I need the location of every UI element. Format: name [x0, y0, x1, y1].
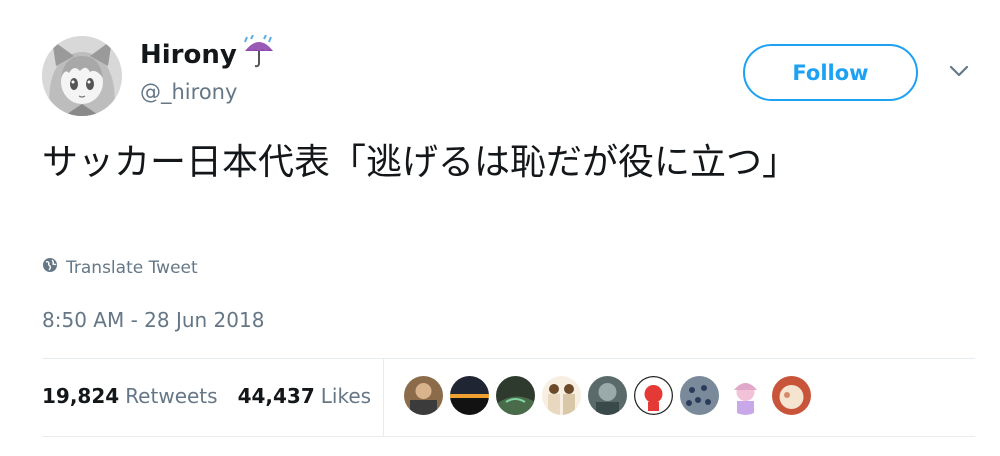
- tweet-stats: 19,824 Retweets 44,437 Likes: [42, 384, 371, 408]
- divider-top: [42, 358, 975, 359]
- liker-avatar[interactable]: [496, 376, 535, 415]
- retweets-label: Retweets: [125, 384, 218, 408]
- umbrella-with-rain-icon: [241, 34, 277, 69]
- likes-count: 44,437: [237, 384, 315, 408]
- liker-avatar[interactable]: [404, 376, 443, 415]
- liker-avatar[interactable]: [726, 376, 765, 415]
- chevron-down-icon[interactable]: [948, 63, 970, 79]
- liker-avatar[interactable]: [450, 376, 489, 415]
- tweet-timestamp[interactable]: 8:50 AM - 28 Jun 2018: [42, 308, 264, 332]
- liker-avatar[interactable]: [680, 376, 719, 415]
- tweet-text: サッカー日本代表「逃げるは恥だが役に立つ」: [42, 142, 799, 183]
- retweets-stat[interactable]: 19,824 Retweets: [42, 384, 218, 408]
- author-name-row[interactable]: Hirony: [140, 34, 277, 70]
- translate-tweet-label[interactable]: Translate Tweet: [66, 258, 198, 278]
- likes-label: Likes: [320, 384, 372, 408]
- liked-by-avatars: [404, 376, 811, 415]
- liker-avatar[interactable]: [588, 376, 627, 415]
- divider-bottom: [42, 436, 975, 437]
- follow-button[interactable]: Follow: [743, 44, 918, 101]
- stats-divider: [383, 358, 384, 436]
- translate-tweet-link[interactable]: Translate Tweet: [42, 257, 198, 278]
- author-avatar[interactable]: [42, 36, 122, 116]
- likes-stat[interactable]: 44,437 Likes: [238, 384, 371, 408]
- liker-avatar[interactable]: [542, 376, 581, 415]
- author-display-name[interactable]: Hirony: [140, 40, 237, 70]
- globe-icon: [42, 257, 58, 278]
- retweets-count: 19,824: [42, 384, 120, 408]
- liker-avatar[interactable]: [772, 376, 811, 415]
- liker-avatar[interactable]: [634, 376, 673, 415]
- author-handle[interactable]: @_hirony: [140, 80, 237, 104]
